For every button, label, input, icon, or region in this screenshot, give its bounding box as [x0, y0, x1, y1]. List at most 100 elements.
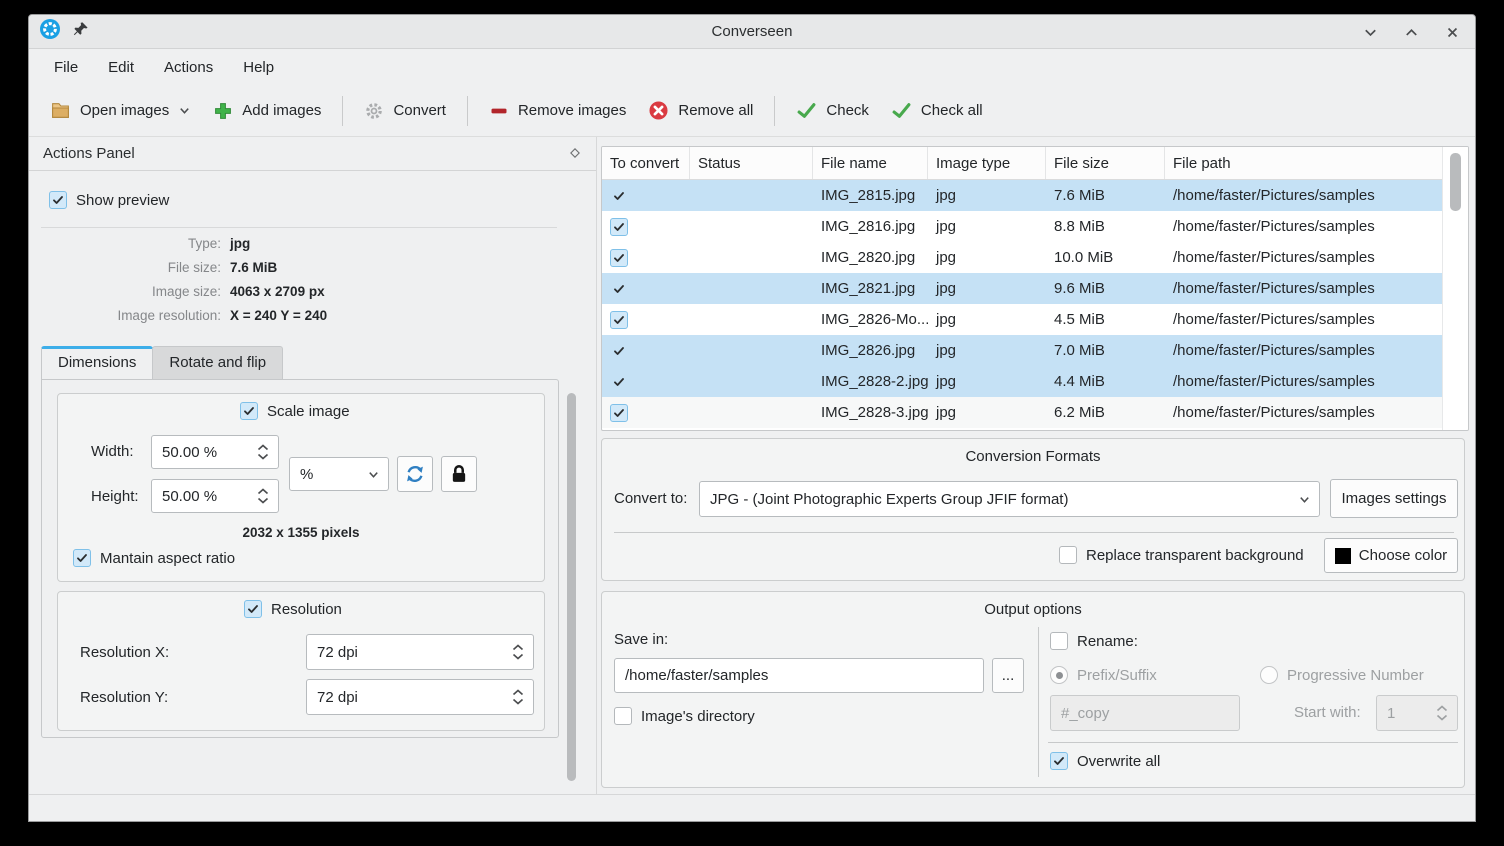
col-image-type[interactable]: Image type	[928, 147, 1046, 179]
file-size-value: 7.6 MiB	[230, 260, 469, 275]
checkbox-unchecked[interactable]	[614, 707, 632, 725]
resolution-x-value: 72 dpi	[307, 644, 503, 661]
output-options-title: Output options	[602, 601, 1464, 618]
convert-button[interactable]: Convert	[353, 94, 457, 128]
remove-all-button[interactable]: Remove all	[637, 93, 764, 128]
spin-buttons[interactable]	[248, 488, 278, 504]
progressive-number-radio[interactable]: Progressive Number	[1260, 666, 1424, 684]
images-directory-checkbox[interactable]: Image's directory	[614, 707, 755, 725]
save-path-input[interactable]: /home/faster/samples	[614, 658, 984, 693]
gear-icon	[364, 101, 384, 121]
cell-file-size: 10.0 MiB	[1046, 242, 1165, 273]
tab-dimensions[interactable]: Dimensions	[41, 346, 153, 379]
col-status[interactable]: Status	[690, 147, 813, 179]
choose-color-button[interactable]: Choose color	[1324, 538, 1458, 573]
checkbox-checked[interactable]	[244, 600, 262, 618]
radio-unselected[interactable]	[1260, 666, 1278, 684]
row-checkbox[interactable]	[610, 280, 628, 298]
menu-help[interactable]: Help	[230, 54, 287, 81]
file-table: To convert Status File name Image type F…	[601, 146, 1469, 431]
row-checkbox[interactable]	[610, 249, 628, 267]
checkbox-unchecked[interactable]	[1050, 632, 1068, 650]
resolution-y-spinbox[interactable]: 72 dpi	[306, 679, 534, 715]
checkbox-unchecked[interactable]	[1059, 546, 1077, 564]
spin-buttons[interactable]	[503, 644, 533, 660]
check-all-button[interactable]: Check all	[880, 93, 994, 128]
tab-rotate-and-flip[interactable]: Rotate and flip	[152, 346, 283, 379]
col-file-size[interactable]: File size	[1046, 147, 1165, 179]
table-row[interactable]: IMG_2821.jpg jpg 9.6 MiB /home/faster/Pi…	[602, 273, 1442, 304]
spin-buttons[interactable]	[1427, 705, 1457, 721]
checkbox-checked[interactable]	[240, 402, 258, 420]
open-images-button[interactable]: Open images	[39, 93, 202, 128]
maximize-icon[interactable]	[1403, 24, 1420, 41]
row-checkbox[interactable]	[610, 311, 628, 329]
image-resolution-value: X = 240 Y = 240	[230, 308, 469, 323]
table-row[interactable]: IMG_2826-Mo... jpg 4.5 MiB /home/faster/…	[602, 304, 1442, 335]
rename-pattern-input[interactable]: #_copy	[1050, 695, 1240, 731]
cell-file-name: IMG_2820.jpg	[813, 242, 928, 273]
unit-combobox[interactable]: %	[289, 457, 389, 491]
minimize-icon[interactable]	[1362, 24, 1379, 41]
prefix-suffix-radio[interactable]: Prefix/Suffix	[1050, 666, 1157, 684]
refresh-button[interactable]	[397, 456, 433, 492]
scrollbar-thumb[interactable]	[1450, 153, 1461, 211]
row-checkbox[interactable]	[610, 373, 628, 391]
row-checkbox[interactable]	[610, 218, 628, 236]
start-with-spinbox[interactable]: 1	[1376, 695, 1458, 731]
show-preview-label: Show preview	[76, 192, 169, 209]
row-checkbox[interactable]	[610, 187, 628, 205]
minus-icon	[489, 101, 509, 121]
add-images-button[interactable]: Add images	[202, 94, 332, 128]
resolution-x-spinbox[interactable]: 72 dpi	[306, 634, 534, 670]
spin-buttons[interactable]	[503, 689, 533, 705]
lock-aspect-button[interactable]	[441, 456, 477, 492]
rename-checkbox[interactable]: Rename:	[1050, 632, 1138, 650]
menu-edit[interactable]: Edit	[95, 54, 147, 81]
show-preview-checkbox[interactable]: Show preview	[49, 191, 169, 209]
menu-file[interactable]: File	[41, 54, 91, 81]
table-row[interactable]: IMG_2828-2.jpg jpg 4.4 MiB /home/faster/…	[602, 366, 1442, 397]
width-spinbox[interactable]: 50.00 %	[151, 435, 279, 469]
format-combobox[interactable]: JPG - (Joint Photographic Experts Group …	[699, 481, 1320, 517]
close-icon[interactable]	[1444, 24, 1461, 41]
check-all-icon	[891, 100, 912, 121]
overwrite-all-checkbox[interactable]: Overwrite all	[1050, 752, 1160, 770]
col-file-name[interactable]: File name	[813, 147, 928, 179]
maintain-aspect-checkbox[interactable]: Mantain aspect ratio	[73, 549, 235, 567]
float-panel-icon[interactable]	[568, 146, 582, 165]
row-checkbox[interactable]	[610, 342, 628, 360]
resolution-checkbox[interactable]: Resolution	[244, 600, 342, 618]
cell-image-type: jpg	[928, 242, 1046, 273]
table-row[interactable]: IMG_2816.jpg jpg 8.8 MiB /home/faster/Pi…	[602, 211, 1442, 242]
scale-image-checkbox[interactable]: Scale image	[240, 402, 350, 420]
spin-buttons[interactable]	[248, 444, 278, 460]
col-to-convert[interactable]: To convert	[602, 147, 690, 179]
divider	[41, 227, 557, 228]
menu-actions[interactable]: Actions	[151, 54, 226, 81]
col-file-path[interactable]: File path	[1165, 147, 1468, 179]
cell-file-path: /home/faster/Pictures/samples	[1165, 211, 1442, 242]
table-scrollbar[interactable]	[1442, 147, 1468, 430]
type-value: jpg	[230, 236, 469, 251]
check-button[interactable]: Check	[785, 93, 880, 128]
browse-button[interactable]: ...	[992, 658, 1024, 693]
checkbox-checked[interactable]	[49, 191, 67, 209]
cell-file-path: /home/faster/Pictures/samples	[1165, 180, 1442, 211]
checkbox-checked[interactable]	[73, 549, 91, 567]
rename-label: Rename:	[1077, 633, 1138, 650]
table-row[interactable]: IMG_2820.jpg jpg 10.0 MiB /home/faster/P…	[602, 242, 1442, 273]
radio-selected[interactable]	[1050, 666, 1068, 684]
table-row[interactable]: IMG_2828-3.jpg jpg 6.2 MiB /home/faster/…	[602, 397, 1442, 428]
remove-images-button[interactable]: Remove images	[478, 94, 637, 128]
table-row[interactable]: IMG_2815.jpg jpg 7.6 MiB /home/faster/Pi…	[602, 180, 1442, 211]
images-settings-button[interactable]: Images settings	[1330, 479, 1458, 518]
height-spinbox[interactable]: 50.00 %	[151, 479, 279, 513]
panel-scrollbar[interactable]	[566, 389, 578, 786]
row-checkbox[interactable]	[610, 404, 628, 422]
scrollbar-thumb[interactable]	[567, 393, 576, 781]
checkbox-checked[interactable]	[1050, 752, 1068, 770]
cell-file-path: /home/faster/Pictures/samples	[1165, 242, 1442, 273]
replace-background-checkbox[interactable]: Replace transparent background	[1059, 546, 1304, 564]
table-row[interactable]: IMG_2826.jpg jpg 7.0 MiB /home/faster/Pi…	[602, 335, 1442, 366]
